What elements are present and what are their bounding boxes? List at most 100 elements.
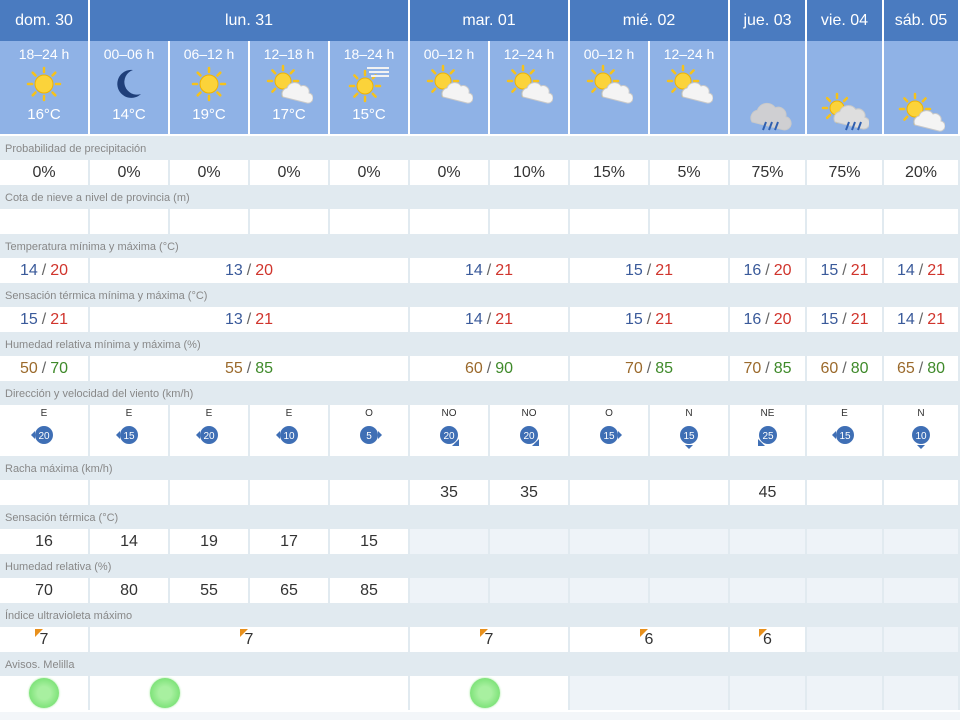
uv-marker-icon bbox=[640, 629, 648, 637]
snow-value bbox=[884, 209, 960, 234]
separator: / bbox=[246, 359, 252, 377]
wind-badge: 15 bbox=[831, 426, 854, 444]
gust-value bbox=[330, 480, 410, 505]
uv-cell: 7 bbox=[410, 627, 570, 652]
feels-cell: 15/21 bbox=[0, 307, 90, 332]
snow-value bbox=[490, 209, 570, 234]
hum-max: 85 bbox=[655, 359, 674, 377]
wind-badge: 25 bbox=[757, 426, 777, 446]
wind-speed: 15 bbox=[603, 431, 615, 442]
gust-value bbox=[884, 480, 960, 505]
hum-cell: 65/80 bbox=[884, 356, 960, 381]
feels-now-value bbox=[884, 529, 960, 554]
gust-value: 45 bbox=[730, 480, 807, 505]
sun-cloud-icon bbox=[505, 64, 554, 104]
temp-max: 21 bbox=[850, 261, 869, 279]
hum-now-value bbox=[807, 578, 884, 603]
period-temp: 19°C bbox=[192, 106, 226, 123]
period-label: 00–06 h bbox=[103, 46, 155, 62]
temp-min: 13 bbox=[224, 261, 243, 279]
period-label: 18–24 h bbox=[343, 46, 395, 62]
hum-min: 50 bbox=[19, 359, 38, 377]
snow-value bbox=[170, 209, 250, 234]
feels-now-value bbox=[570, 529, 650, 554]
gust-value: 35 bbox=[490, 480, 570, 505]
wind-speed: 10 bbox=[915, 431, 927, 442]
period-cell: 18–24 h 16°C bbox=[0, 41, 90, 134]
day-header[interactable]: mié. 02 bbox=[570, 0, 730, 41]
temp-min: 14 bbox=[896, 261, 915, 279]
feels-max: 21 bbox=[927, 310, 946, 328]
hum-now-value bbox=[884, 578, 960, 603]
day-header[interactable]: lun. 31 bbox=[90, 0, 410, 41]
hum-now-value bbox=[490, 578, 570, 603]
sun-cloud-icon bbox=[425, 64, 474, 104]
day-header[interactable]: jue. 03 bbox=[730, 0, 807, 41]
separator: / bbox=[765, 261, 770, 279]
wind-badge: 15 bbox=[116, 426, 138, 444]
separator: / bbox=[646, 359, 652, 377]
feels-min: 15 bbox=[624, 310, 643, 328]
feels-now-value bbox=[730, 529, 807, 554]
period-cell: 12–24 h bbox=[490, 41, 570, 134]
aviso-green-icon[interactable] bbox=[150, 678, 180, 708]
aviso-cell bbox=[410, 676, 570, 710]
feels-max: 21 bbox=[850, 310, 869, 328]
temp-cell: 14/20 bbox=[0, 258, 90, 283]
sun-cloud-icon bbox=[585, 64, 634, 104]
gust-value bbox=[170, 480, 250, 505]
period-label: 18–24 h bbox=[18, 46, 70, 62]
precip-value: 10% bbox=[490, 160, 570, 185]
day-header[interactable]: sáb. 05 bbox=[884, 0, 960, 41]
rain-cloud-icon bbox=[744, 92, 792, 132]
feels-min: 15 bbox=[19, 310, 38, 328]
row-label-wind: Dirección y velocidad del viento (km/h) bbox=[0, 381, 960, 405]
sun-rain-icon bbox=[821, 92, 870, 132]
wind-direction: E bbox=[205, 408, 213, 419]
day-header[interactable]: vie. 04 bbox=[807, 0, 884, 41]
row-label-uv: Índice ultravioleta máximo bbox=[0, 603, 960, 627]
temp-max: 21 bbox=[495, 261, 514, 279]
precip-value: 75% bbox=[730, 160, 807, 185]
temp-max: 20 bbox=[255, 261, 274, 279]
uv-cell: 7 bbox=[90, 627, 410, 652]
hum-now-value: 65 bbox=[250, 578, 330, 603]
separator: / bbox=[765, 310, 770, 328]
separator: / bbox=[41, 310, 47, 328]
sun-cloud-icon bbox=[265, 64, 314, 104]
aviso-green-icon[interactable] bbox=[470, 678, 500, 708]
feels-max: 21 bbox=[655, 310, 674, 328]
snow-value bbox=[250, 209, 330, 234]
aviso-green-icon[interactable] bbox=[29, 678, 59, 708]
day-header[interactable]: mar. 01 bbox=[410, 0, 570, 41]
temp-min: 15 bbox=[820, 261, 839, 279]
precip-value: 20% bbox=[884, 160, 960, 185]
hum-min: 60 bbox=[464, 359, 483, 377]
wind-cell: E 10 bbox=[250, 405, 330, 456]
moon-icon bbox=[105, 64, 153, 104]
feels-now-value bbox=[650, 529, 730, 554]
uv-cell bbox=[884, 627, 960, 652]
period-cell: 06–12 h 19°C bbox=[170, 41, 250, 134]
wind-speed: 20 bbox=[443, 431, 455, 442]
hum-cell: 60/90 bbox=[410, 356, 570, 381]
feels-cell: 15/21 bbox=[570, 307, 730, 332]
wind-cell: N 10 bbox=[884, 405, 960, 456]
hum-now-value bbox=[410, 578, 490, 603]
feels-cell: 14/21 bbox=[884, 307, 960, 332]
wind-direction: NE bbox=[760, 408, 775, 419]
hum-cell: 55/85 bbox=[90, 356, 410, 381]
separator: / bbox=[842, 359, 847, 377]
wind-badge: 15 bbox=[680, 426, 698, 449]
wind-badge: 10 bbox=[276, 426, 298, 444]
period-cell: 18–24 h 15°C bbox=[330, 41, 410, 134]
separator: / bbox=[842, 310, 847, 328]
aviso-cell bbox=[90, 676, 410, 710]
gust-value: 35 bbox=[410, 480, 490, 505]
temp-max: 21 bbox=[655, 261, 674, 279]
day-header[interactable]: dom. 30 bbox=[0, 0, 90, 41]
feels-now-value bbox=[410, 529, 490, 554]
wind-badge: 15 bbox=[600, 426, 622, 444]
temp-max: 20 bbox=[50, 261, 69, 279]
feels-max: 21 bbox=[495, 310, 514, 328]
